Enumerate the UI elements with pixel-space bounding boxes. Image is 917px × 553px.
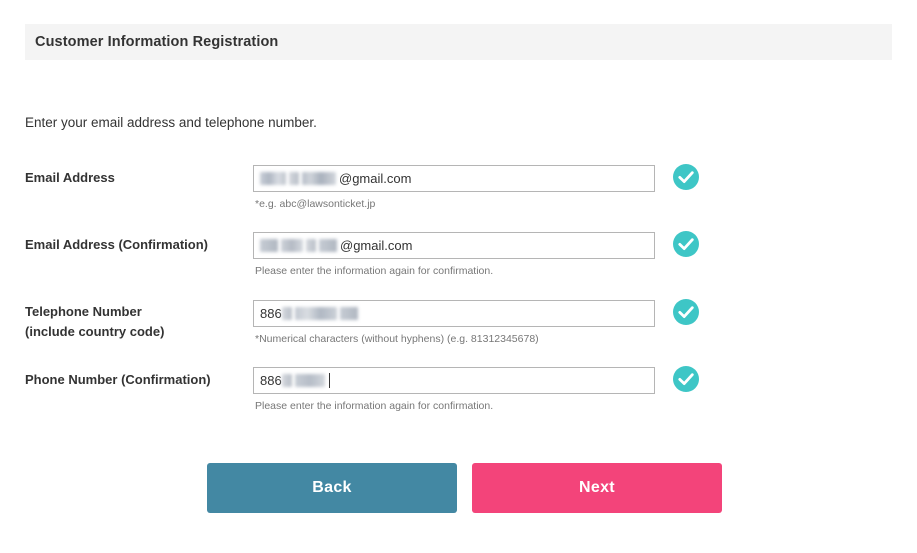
page-header-band: Customer Information Registration: [25, 24, 892, 60]
hint-phone-confirmation: Please enter the information again for c…: [255, 400, 494, 412]
text-cursor-caret: [328, 373, 330, 388]
redacted-block: [281, 374, 292, 387]
redacted-block: [260, 172, 286, 185]
check-circle-icon: [673, 164, 699, 190]
hint-telephone-number: *Numerical characters (without hyphens) …: [255, 333, 539, 345]
check-circle-icon: [673, 299, 699, 325]
email-address-input[interactable]: @gmail.com: [253, 165, 655, 192]
check-circle-icon: [673, 231, 699, 257]
phone-confirm-input-wrap[interactable]: 886: [253, 367, 655, 394]
label-telephone-line1: Telephone Number: [25, 304, 142, 319]
redacted-block: [306, 239, 316, 252]
redacted-block: [281, 307, 292, 320]
page-title: Customer Information Registration: [35, 34, 279, 50]
redacted-block: [302, 172, 336, 185]
back-button[interactable]: Back: [207, 463, 457, 513]
intro-instruction-text: Enter your email address and telephone n…: [25, 115, 317, 130]
phone-confirmation-input[interactable]: 886: [253, 367, 655, 394]
label-email-address-confirmation: Email Address (Confirmation): [25, 237, 208, 252]
redacted-block: [260, 239, 278, 252]
redacted-block: [339, 307, 358, 320]
label-telephone-line2: (include country code): [25, 324, 165, 339]
next-button[interactable]: Next: [472, 463, 722, 513]
telephone-input-wrap[interactable]: 886: [253, 300, 655, 327]
label-telephone-number: Telephone Number (include country code): [25, 302, 164, 342]
redacted-block: [289, 172, 299, 185]
label-phone-number-confirmation: Phone Number (Confirmation): [25, 372, 211, 387]
redacted-block: [294, 307, 337, 320]
email-address-visible-value: @gmail.com: [339, 171, 412, 186]
telephone-number-input[interactable]: 886: [253, 300, 655, 327]
label-email-address: Email Address: [25, 170, 115, 185]
email-address-input-wrap[interactable]: @gmail.com: [253, 165, 655, 192]
phone-confirmation-visible-value: 886: [260, 373, 282, 388]
telephone-visible-value: 886: [260, 306, 282, 321]
email-confirmation-visible-value: @gmail.com: [340, 238, 413, 253]
email-confirm-input-wrap[interactable]: @gmail.com: [253, 232, 655, 259]
hint-email-confirmation: Please enter the information again for c…: [255, 265, 494, 277]
hint-email-address: *e.g. abc@lawsonticket.jp: [255, 198, 376, 210]
redacted-block: [319, 239, 337, 252]
check-circle-icon: [673, 366, 699, 392]
email-confirmation-input[interactable]: @gmail.com: [253, 232, 655, 259]
redacted-block: [294, 374, 325, 387]
redacted-block: [281, 239, 303, 252]
